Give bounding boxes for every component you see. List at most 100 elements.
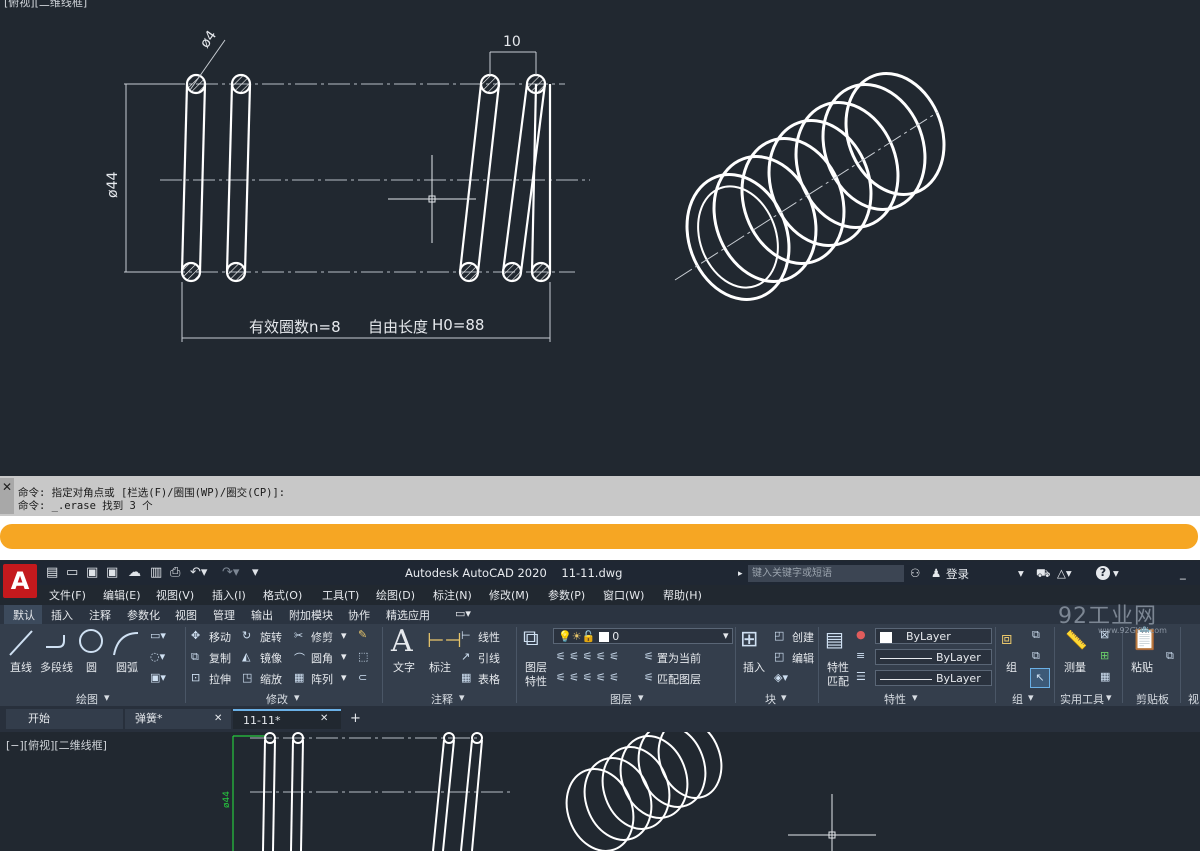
chevron-down-icon[interactable]: ▾ [1106,691,1112,704]
undo-icon[interactable]: ↶▾ [190,565,207,580]
scale-button[interactable]: 缩放 [260,671,282,687]
save-as-icon[interactable]: ▣ [106,565,118,580]
tab-featured-apps[interactable]: 精选应用 [386,607,430,623]
close-icon[interactable]: ✕ [214,709,222,729]
group-modify-title[interactable]: 修改 [266,691,288,707]
chevron-down-icon[interactable]: ▾ [1018,566,1024,580]
chevron-down-icon[interactable]: ▾ [1028,691,1034,704]
copy-clip-icon[interactable]: ⧉ [1166,649,1174,663]
chevron-down-icon[interactable]: ▾ [1113,566,1119,580]
array-button[interactable]: 阵列 [311,671,333,687]
ungroup-icon[interactable]: ⧉ [1032,628,1040,642]
layer-tools-icons[interactable]: ⚟ ⚟ ⚟ ⚟ ⚟ [556,650,619,663]
rectangle-icon[interactable]: ▭▾ [150,629,166,642]
binoculars-icon[interactable]: ⚇ [910,566,920,580]
chevron-down-icon[interactable]: ▾ [459,691,465,704]
offset-icon[interactable]: ⊂ [358,671,367,684]
tab-annotate[interactable]: 注释 [89,607,111,623]
chevron-down-icon[interactable]: ▾ [341,671,347,684]
edit-block-button[interactable]: 编辑 [792,650,814,666]
explode-icon[interactable]: ⬚ [358,650,368,663]
region-icon[interactable]: ▣▾ [150,671,166,684]
chevron-down-icon[interactable]: ▾ [341,629,347,642]
chevron-down-icon[interactable]: ▾ [723,629,729,642]
match-properties-label[interactable]: 匹配 [827,673,849,689]
group-groups-title[interactable]: 组 [1012,691,1023,707]
group-utilities-title[interactable]: 实用工具 [1060,691,1104,707]
new-file-icon[interactable]: ▤ [46,565,58,580]
menu-dimension[interactable]: 标注(N) [433,587,472,603]
close-icon[interactable]: ✕ [0,478,14,514]
tab-collaborate[interactable]: 协作 [348,607,370,623]
help-icon[interactable]: ? [1096,566,1110,580]
chevron-down-icon[interactable]: ▾ [341,650,347,663]
linear-button[interactable]: 线性 [478,629,500,645]
arc-button[interactable]: 圆弧 [116,659,138,675]
tab-default[interactable]: 默认 [13,607,35,623]
insert-block-button[interactable]: 插入 [743,659,765,675]
calculator-icon[interactable]: ▦ [1100,670,1110,683]
polyline-button[interactable]: 多段线 [40,659,73,675]
sign-in-link[interactable]: 登录 [946,566,969,582]
chevron-right-icon[interactable]: ▸ [738,569,743,579]
chevron-down-icon[interactable]: ▾ [781,691,787,704]
chevron-down-icon[interactable]: ▾ [104,691,110,704]
dimension-button[interactable]: 标注 [429,659,451,675]
open-folder-icon[interactable]: ▭ [66,565,78,580]
hatch-icon[interactable]: ◌▾ [150,650,165,663]
menu-tools[interactable]: 工具(T) [322,587,359,603]
cloud-icon[interactable]: ☁ [128,565,141,580]
table-button[interactable]: 表格 [478,671,500,687]
rotate-button[interactable]: 旋转 [260,629,282,645]
tab-parametric[interactable]: 参数化 [127,607,160,623]
fillet-button[interactable]: 圆角 [311,650,333,666]
plot-publish-icon[interactable]: ▥ [150,565,162,580]
chevron-down-icon[interactable]: ▾ [638,691,644,704]
chevron-down-icon[interactable]: ▾ [294,691,300,704]
autodesk-app-icon[interactable]: △▾ [1057,566,1072,580]
search-input[interactable]: 键入关键字或短语 [748,565,904,582]
group-block-title[interactable]: 块 [765,691,776,707]
leader-button[interactable]: 引线 [478,650,500,666]
save-icon[interactable]: ▣ [86,565,98,580]
menu-help[interactable]: 帮助(H) [663,587,702,603]
print-icon[interactable]: ⎙ [170,565,180,580]
measure-button[interactable]: 测量 [1064,659,1086,675]
stretch-button[interactable]: 拉伸 [209,671,231,687]
group-clipboard-title[interactable]: 剪贴板 [1136,691,1169,707]
linetype-dropdown[interactable]: ByLayer [875,649,992,665]
menu-modify[interactable]: 修改(M) [489,587,529,603]
menu-file[interactable]: 文件(F) [49,587,86,603]
group-annotation-title[interactable]: 注释 [431,691,453,707]
menu-edit[interactable]: 编辑(E) [103,587,141,603]
block-attributes-icon[interactable]: ◈▾ [774,671,788,684]
minimize-icon[interactable]: _ [1180,566,1186,580]
copy-button[interactable]: 复制 [209,650,231,666]
match-layer-button[interactable]: 匹配图层 [657,671,701,687]
move-button[interactable]: 移动 [209,629,231,645]
tab-insert[interactable]: 插入 [51,607,73,623]
cart-icon[interactable]: ⛟ [1036,566,1050,582]
ribbon-options-icon[interactable]: ▭▾ [455,607,471,620]
group-button[interactable]: 组 [1006,659,1017,675]
menu-format[interactable]: 格式(O) [263,587,302,603]
circle-button[interactable]: 圆 [86,659,97,675]
group-select-icon[interactable]: ↖ [1030,668,1050,688]
set-current-button[interactable]: 置为当前 [657,650,701,666]
menu-view[interactable]: 视图(V) [156,587,194,603]
mirror-button[interactable]: 镜像 [260,650,282,666]
trim-button[interactable]: 修剪 [311,629,333,645]
chevron-down-icon[interactable]: ▾ [912,691,918,704]
color-wheel-icon[interactable]: ● [856,628,866,641]
application-menu-button[interactable]: A [3,564,37,598]
group-draw-title[interactable]: 绘图 [76,691,98,707]
lineweight-dropdown[interactable]: ByLayer [875,670,992,686]
close-icon[interactable]: ✕ [320,709,328,729]
add-tab-icon[interactable]: + [350,709,361,729]
layer-properties-label[interactable]: 特性 [525,673,547,689]
quick-calc-icon[interactable]: ⊞ [1100,649,1109,662]
menu-parametric[interactable]: 参数(P) [548,587,585,603]
redo-icon[interactable]: ↷▾ [222,565,239,580]
group-layers-title[interactable]: 图层 [610,691,632,707]
group-edit-icon[interactable]: ⧉ [1032,649,1040,663]
